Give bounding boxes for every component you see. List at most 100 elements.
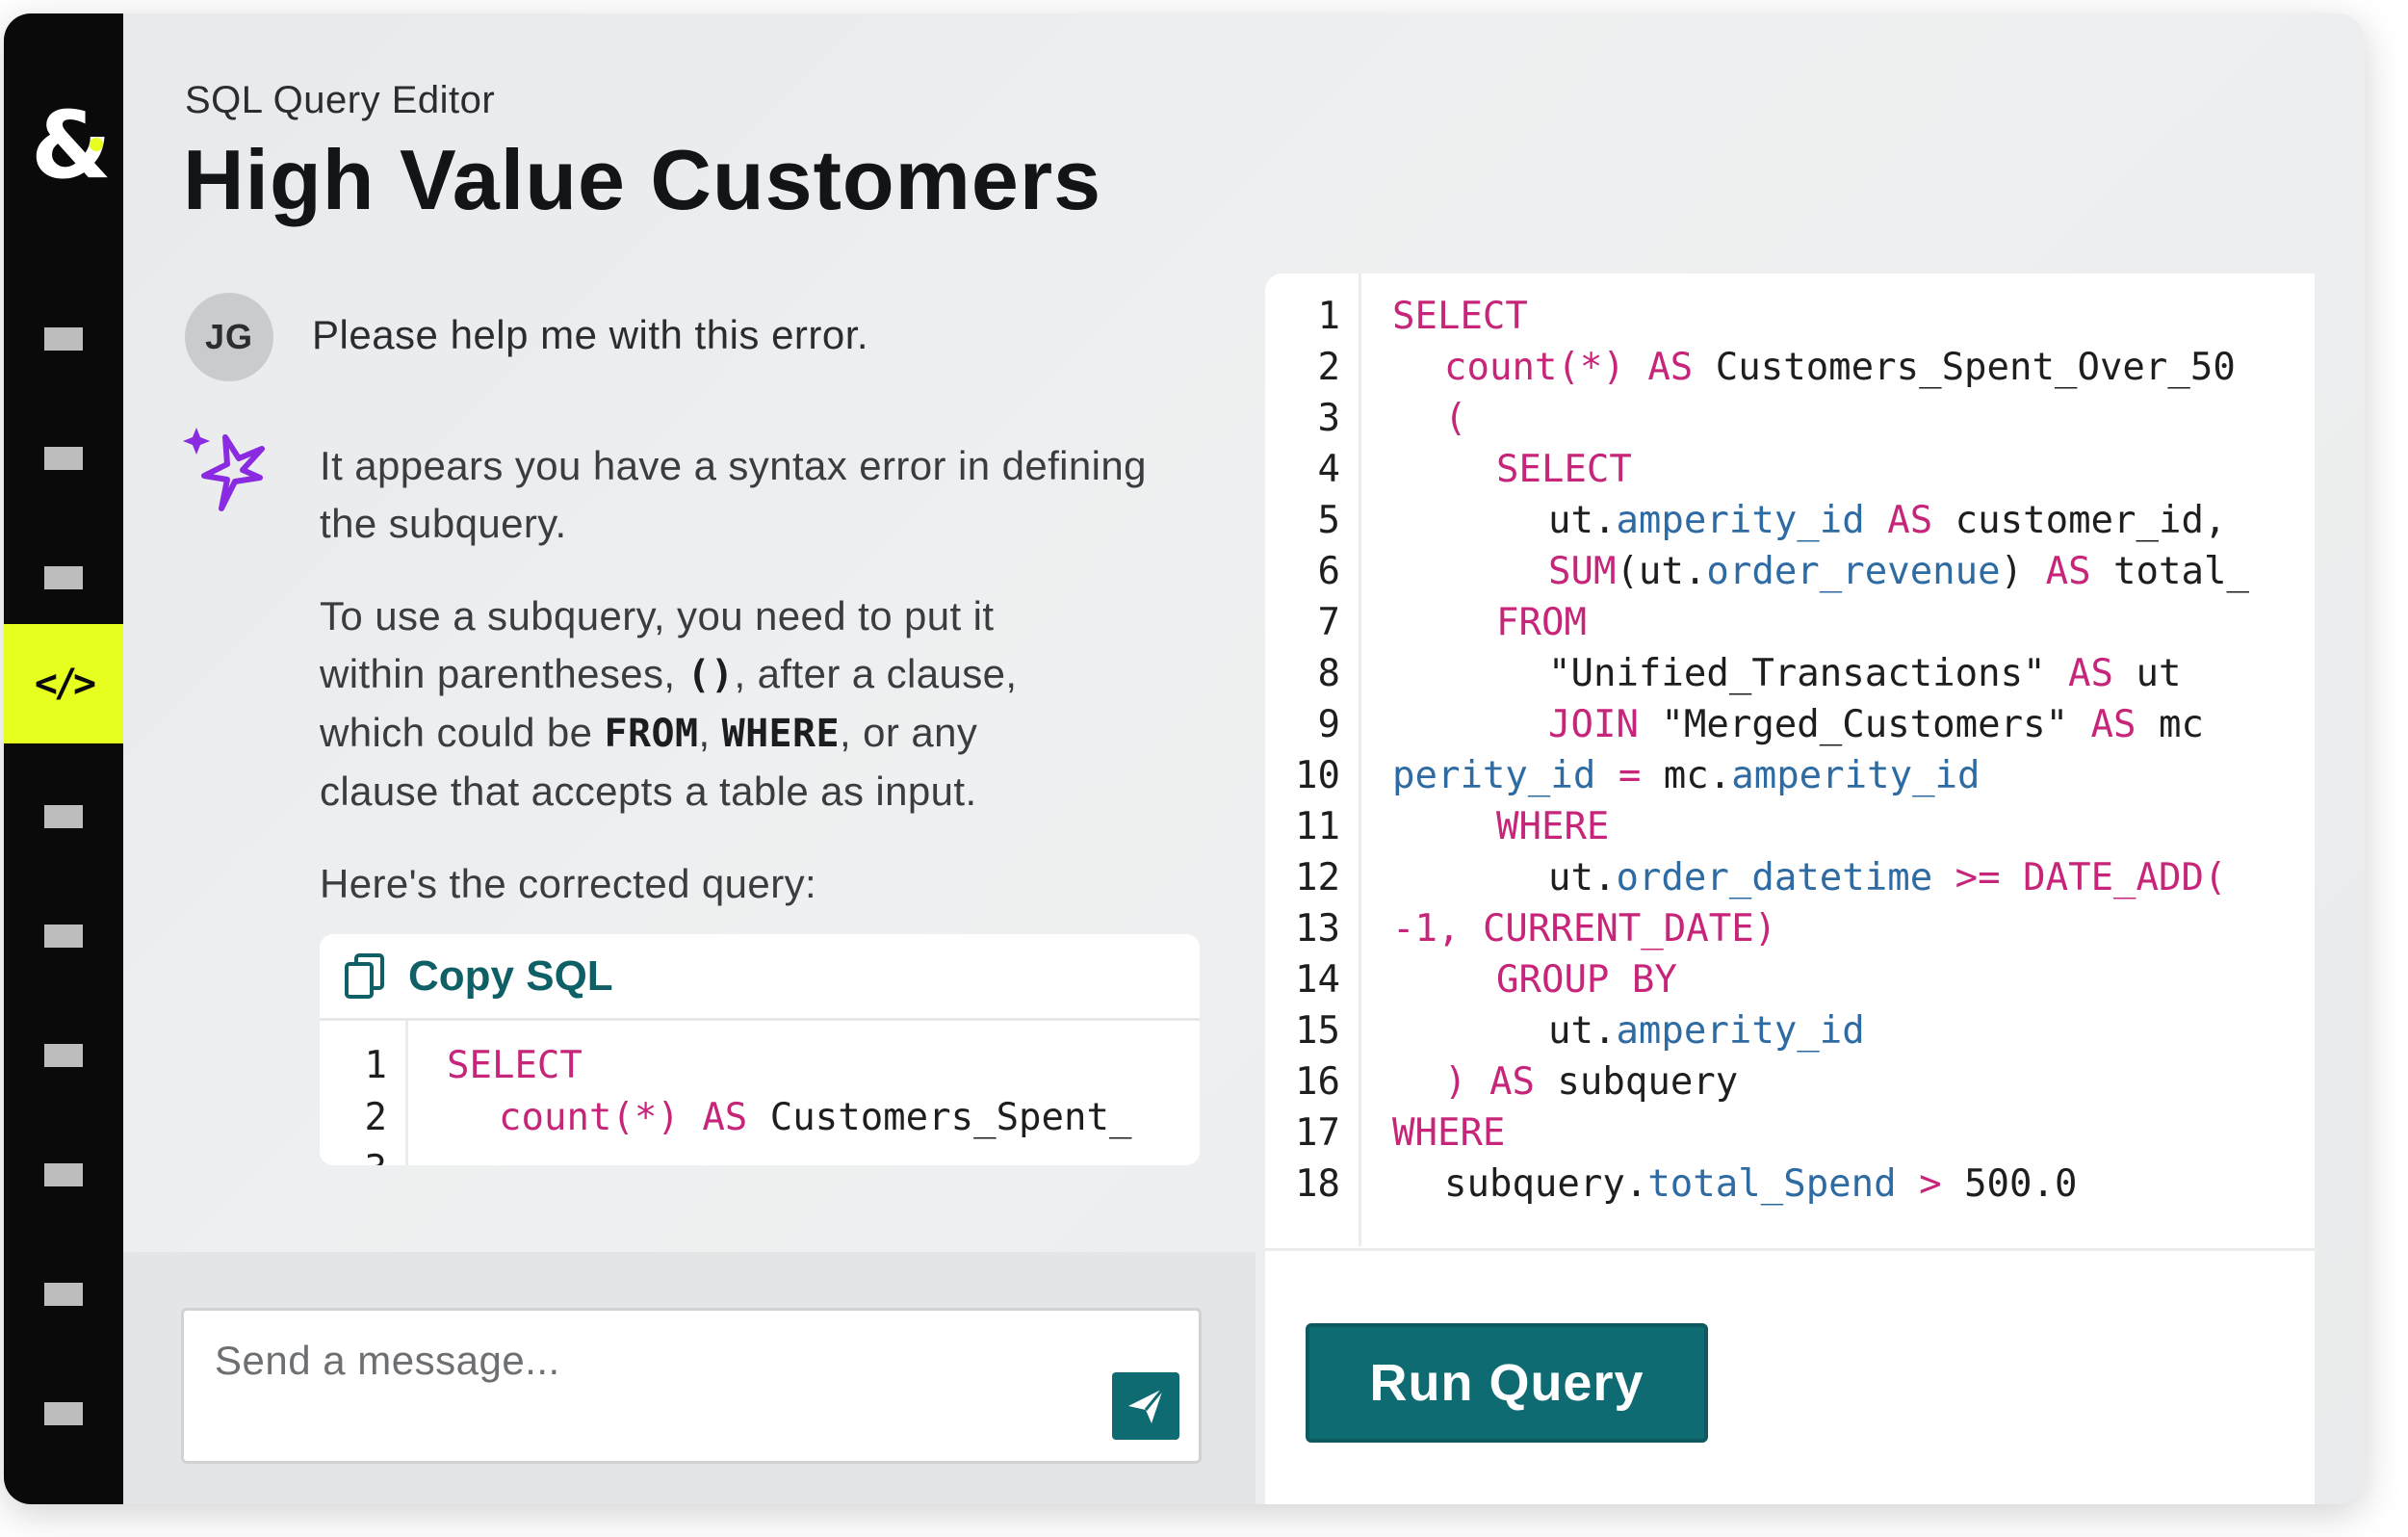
editor-code-line: subquery.total_Spend > 500.0 [1444, 1162, 2077, 1206]
nav-placeholder-icon [44, 1044, 83, 1067]
code-token: ) [1753, 907, 1777, 951]
editor-divider [1265, 1248, 2315, 1251]
ai-p2-line: clause that accepts a table as input. [320, 768, 977, 814]
editor-line-number: 14 [1295, 958, 1340, 1002]
editor-line-number: 7 [1317, 601, 1340, 644]
sidebar-item-code[interactable]: </> [4, 624, 123, 743]
code-token: Customers_Spent_ [769, 1096, 1132, 1139]
nav-placeholder-icon [44, 1283, 83, 1306]
send-button[interactable] [1112, 1372, 1179, 1440]
nav-placeholder-icon [44, 447, 83, 470]
page-title: High Value Customers [183, 132, 1102, 227]
sidebar-item-1[interactable] [4, 279, 123, 399]
code-token: order_revenue [1706, 550, 2001, 593]
snippet-line-number: 2 [364, 1096, 387, 1139]
snippet-gutter [320, 1021, 408, 1165]
sidebar-item-3[interactable] [4, 518, 123, 638]
code-token: ) [2000, 550, 2024, 593]
app-window: & </> SQL Query Editor High Value Custom… [4, 13, 2365, 1504]
code-token: AS [2090, 703, 2136, 746]
editor-line-number: 4 [1317, 448, 1340, 491]
editor-code-area[interactable]: 1 2 3 4 5 6 7 8 9 10 11 12 13 14 15 16 1… [1265, 274, 2315, 1246]
ampersand-logo[interactable]: & [4, 89, 123, 195]
code-token: SUM [1548, 550, 1617, 593]
inline-code-parens: () [686, 653, 735, 697]
ai-p2-text: , [698, 710, 722, 755]
sidebar-item-2[interactable] [4, 399, 123, 518]
code-token: perity_id [1392, 754, 1596, 797]
code-token: Customers_Spent_Over_50 [1715, 346, 2236, 389]
run-query-button[interactable]: Run Query [1306, 1323, 1708, 1443]
snippet-line-number: 1 [364, 1044, 387, 1087]
ai-p2-text: , after a clause, [734, 651, 1018, 696]
editor-code-line: ut.order_datetime >= DATE_ADD( [1548, 856, 2226, 899]
editor-line-number: 8 [1317, 652, 1340, 695]
code-token: ut [2136, 652, 2182, 695]
editor-line-number: 2 [1317, 346, 1340, 389]
editor-line-number: 13 [1295, 907, 1340, 951]
editor-code-line: ) AS subquery [1444, 1060, 1738, 1104]
nav-placeholder-icon [44, 327, 83, 351]
code-token: >= [1955, 856, 2001, 899]
ai-p2-text: , or any [840, 710, 978, 755]
code-token: order_datetime [1616, 856, 1933, 899]
ai-corrected-intro: Here's the corrected query: [320, 861, 817, 906]
code-token: AS [1489, 1060, 1535, 1104]
sidebar-item-5[interactable] [4, 757, 123, 876]
snippet-line-number: 3 [320, 1148, 387, 1165]
sparkle-icon [183, 428, 265, 511]
code-token: customer_id, [1955, 499, 2227, 542]
copy-icon [345, 952, 384, 999]
editor-line-number: 15 [1295, 1009, 1340, 1053]
editor-code-line: ut.amperity_id [1548, 1009, 1865, 1053]
inline-code-where: WHERE [721, 712, 841, 756]
editor-line-number: 6 [1317, 550, 1340, 593]
code-token: (ut. [1616, 550, 1707, 593]
code-token: mc. [1663, 754, 1732, 797]
code-token: ut. [1548, 856, 1617, 899]
code-token: CURRENT_DATE [1482, 907, 1754, 951]
editor-code-line: perity_id = mc.amperity_id [1392, 754, 1981, 797]
sidebar-item-10[interactable] [4, 1354, 123, 1473]
ai-p2-line: To use a subquery, you need to put it [320, 593, 995, 638]
code-token: subquery. [1444, 1162, 1648, 1206]
nav-placeholder-icon [44, 805, 83, 828]
code-icon: </> [34, 662, 96, 706]
code-token: AS [702, 1096, 748, 1139]
copy-sql-button[interactable]: Copy SQL [320, 934, 1200, 1021]
editor-code-line: GROUP BY [1496, 958, 1677, 1002]
code-token: = [1618, 754, 1642, 797]
code-token: "Merged_Customers" [1661, 703, 2069, 746]
code-token: count(*) [499, 1096, 680, 1139]
code-token: 500.0 [1964, 1162, 2078, 1206]
editor-code-line: JOIN "Merged_Customers" AS mc [1548, 703, 2204, 746]
nav-placeholder-icon [44, 1402, 83, 1425]
code-token: "Unified_Transactions" [1548, 652, 2046, 695]
editor-code-line: count(*) AS Customers_Spent_Over_50 [1444, 346, 2236, 389]
ai-p2-text: which could be [320, 710, 605, 755]
editor-line-number: 17 [1295, 1111, 1340, 1155]
send-icon [1128, 1388, 1165, 1423]
sidebar-item-8[interactable] [4, 1115, 123, 1235]
editor-line-number: 10 [1295, 754, 1340, 797]
message-input[interactable]: Send a message... [181, 1308, 1202, 1464]
code-token: DATE_ADD( [2023, 856, 2227, 899]
inline-code-from: FROM [604, 712, 699, 756]
code-token: ) [1444, 1060, 1467, 1104]
snippet-code-line: count(*) AS Customers_Spent_ [499, 1096, 1131, 1139]
sql-snippet-card: Copy SQL 1 2 3 SELECT count(*) AS Custom… [320, 934, 1200, 1165]
editor-code-line: "Unified_Transactions" AS ut [1548, 652, 2181, 695]
sidebar-item-6[interactable] [4, 876, 123, 996]
code-token: count(*) [1444, 346, 1625, 389]
sidebar-item-9[interactable] [4, 1235, 123, 1354]
sql-editor[interactable]: 1 2 3 4 5 6 7 8 9 10 11 12 13 14 15 16 1… [1265, 274, 2315, 1504]
code-token: subquery [1557, 1060, 1739, 1104]
editor-code-line: SELECT [1496, 448, 1632, 491]
editor-line-number: 3 [1317, 397, 1340, 440]
ai-p2-line: within parentheses, (), after a clause, [320, 645, 1205, 704]
ai-message-paragraph-2: To use a subquery, you need to put it wi… [320, 587, 1205, 821]
sidebar-item-7[interactable] [4, 996, 123, 1115]
code-token: ut. [1548, 499, 1617, 542]
editor-code-line: WHERE [1392, 1111, 1506, 1155]
user-message: Please help me with this error. [312, 312, 869, 357]
